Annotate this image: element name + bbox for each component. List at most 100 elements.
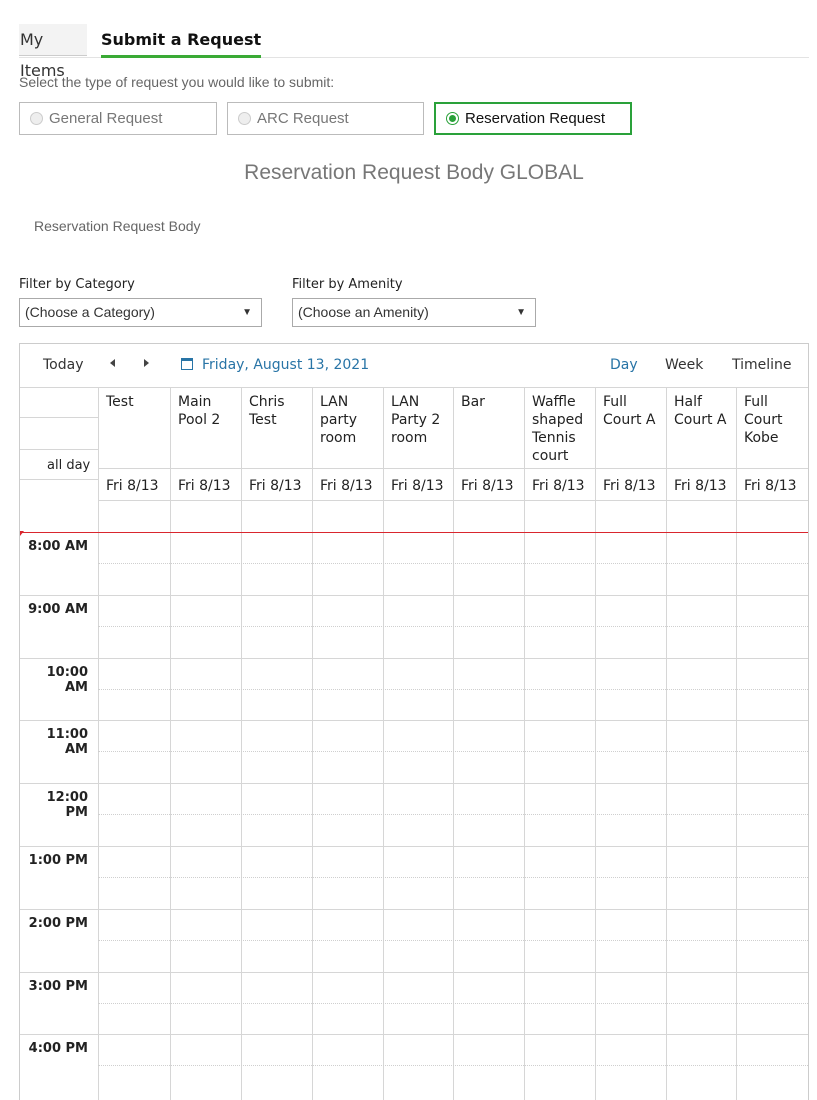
- tab-submit-request[interactable]: Submit a Request: [101, 24, 262, 58]
- time-slot[interactable]: [242, 847, 312, 908]
- tab-my-items[interactable]: My Items: [19, 24, 87, 80]
- time-slot[interactable]: [667, 721, 736, 782]
- time-slot[interactable]: [313, 1035, 383, 1096]
- time-slot[interactable]: [171, 784, 241, 845]
- time-slot[interactable]: [596, 596, 666, 657]
- time-slot[interactable]: [99, 721, 170, 782]
- time-slot[interactable]: [454, 973, 524, 1034]
- time-slot[interactable]: [313, 910, 383, 971]
- time-slot[interactable]: [667, 973, 736, 1034]
- time-slot[interactable]: [384, 847, 453, 908]
- view-timeline-button[interactable]: Timeline: [732, 357, 792, 373]
- time-slot[interactable]: [737, 659, 808, 720]
- time-slot[interactable]: [596, 910, 666, 971]
- time-slot[interactable]: [171, 721, 241, 782]
- next-arrow-icon[interactable]: [144, 359, 149, 367]
- category-select[interactable]: (Choose a Category) ▼: [19, 298, 262, 327]
- time-slot[interactable]: [313, 596, 383, 657]
- time-slot[interactable]: [596, 659, 666, 720]
- time-slot[interactable]: [596, 533, 666, 594]
- time-slot[interactable]: [171, 596, 241, 657]
- time-slot[interactable]: [384, 659, 453, 720]
- time-slot[interactable]: [99, 659, 170, 720]
- time-slot[interactable]: [525, 659, 595, 720]
- time-slot[interactable]: [454, 659, 524, 720]
- time-slot[interactable]: [171, 910, 241, 971]
- time-slot[interactable]: [667, 659, 736, 720]
- time-slot[interactable]: [525, 910, 595, 971]
- time-slot[interactable]: [242, 721, 312, 782]
- time-slot[interactable]: [313, 847, 383, 908]
- time-slot[interactable]: [454, 910, 524, 971]
- time-slot[interactable]: [384, 784, 453, 845]
- time-slot[interactable]: [525, 533, 595, 594]
- time-slot[interactable]: [313, 973, 383, 1034]
- amenity-select[interactable]: (Choose an Amenity) ▼: [292, 298, 536, 327]
- time-slot[interactable]: [667, 784, 736, 845]
- general-request-option[interactable]: General Request: [19, 102, 217, 135]
- time-slot[interactable]: [242, 784, 312, 845]
- time-slot[interactable]: [737, 910, 808, 971]
- reservation-request-option[interactable]: Reservation Request: [434, 102, 632, 135]
- time-slot[interactable]: [171, 1035, 241, 1096]
- time-slot[interactable]: [737, 1035, 808, 1096]
- time-slot[interactable]: [242, 659, 312, 720]
- time-slot[interactable]: [525, 596, 595, 657]
- time-slot[interactable]: [99, 847, 170, 908]
- time-slot[interactable]: [242, 596, 312, 657]
- current-date-link[interactable]: Friday, August 13, 2021: [202, 357, 369, 373]
- time-slot[interactable]: [737, 721, 808, 782]
- time-slot[interactable]: [737, 784, 808, 845]
- time-slot[interactable]: [454, 784, 524, 845]
- time-slot[interactable]: [99, 1035, 170, 1096]
- time-slot[interactable]: [171, 659, 241, 720]
- time-slot[interactable]: [525, 721, 595, 782]
- time-slot[interactable]: [454, 1035, 524, 1096]
- time-slot[interactable]: [384, 596, 453, 657]
- time-slot[interactable]: [99, 784, 170, 845]
- time-slot[interactable]: [667, 596, 736, 657]
- time-slot[interactable]: [596, 847, 666, 908]
- time-slot[interactable]: [99, 596, 170, 657]
- time-slot[interactable]: [313, 659, 383, 720]
- time-slot[interactable]: [384, 721, 453, 782]
- calendar-icon[interactable]: [181, 358, 193, 370]
- time-slot[interactable]: [596, 973, 666, 1034]
- time-slot[interactable]: [737, 596, 808, 657]
- time-slot[interactable]: [99, 533, 170, 594]
- time-slot[interactable]: [454, 721, 524, 782]
- time-slot[interactable]: [384, 973, 453, 1034]
- time-slot[interactable]: [313, 721, 383, 782]
- time-slot[interactable]: [525, 847, 595, 908]
- time-slot[interactable]: [667, 847, 736, 908]
- time-slot[interactable]: [242, 1035, 312, 1096]
- time-slot[interactable]: [171, 533, 241, 594]
- time-slot[interactable]: [596, 721, 666, 782]
- time-slot[interactable]: [171, 973, 241, 1034]
- time-slot[interactable]: [667, 1035, 736, 1096]
- time-slot[interactable]: [99, 910, 170, 971]
- time-slot[interactable]: [525, 1035, 595, 1096]
- time-slot[interactable]: [242, 533, 312, 594]
- today-button[interactable]: Today: [43, 357, 84, 373]
- time-slot[interactable]: [525, 784, 595, 845]
- time-slot[interactable]: [737, 533, 808, 594]
- time-slot[interactable]: [454, 533, 524, 594]
- time-slot[interactable]: [667, 533, 736, 594]
- time-slot[interactable]: [454, 847, 524, 908]
- time-slot[interactable]: [596, 784, 666, 845]
- time-slot[interactable]: [242, 910, 312, 971]
- time-slot[interactable]: [242, 973, 312, 1034]
- arc-request-option[interactable]: ARC Request: [227, 102, 424, 135]
- time-slot[interactable]: [667, 910, 736, 971]
- prev-arrow-icon[interactable]: [110, 359, 115, 367]
- time-slot[interactable]: [737, 973, 808, 1034]
- time-slot[interactable]: [384, 533, 453, 594]
- time-slot[interactable]: [525, 973, 595, 1034]
- time-slot[interactable]: [313, 784, 383, 845]
- time-slot[interactable]: [737, 847, 808, 908]
- view-day-button[interactable]: Day: [610, 357, 638, 373]
- view-week-button[interactable]: Week: [665, 357, 703, 373]
- time-slot[interactable]: [384, 1035, 453, 1096]
- time-slot[interactable]: [384, 910, 453, 971]
